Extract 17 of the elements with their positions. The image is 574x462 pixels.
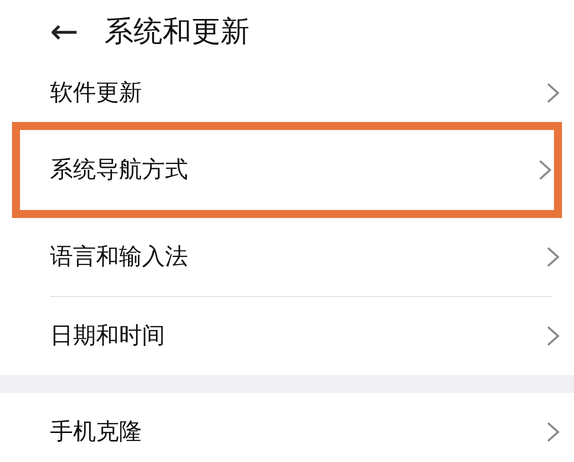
settings-item[interactable]: 软件更新 (0, 64, 574, 122)
chevron-right-icon (546, 82, 560, 104)
chevron-right-icon (546, 325, 560, 347)
settings-item[interactable]: 手机克隆 (0, 393, 574, 462)
page-title: 系统和更新 (104, 13, 250, 50)
chevron-right-icon (546, 421, 560, 443)
item-label: 手机克隆 (50, 418, 142, 447)
item-label: 日期和时间 (50, 322, 165, 351)
item-label: 系统导航方式 (50, 156, 188, 185)
item-label: 软件更新 (50, 78, 142, 108)
settings-item[interactable]: 日期和时间 (0, 297, 574, 375)
chevron-right-icon (546, 246, 560, 268)
highlighted-settings-item[interactable]: 系统导航方式 (12, 122, 562, 218)
chevron-right-icon (538, 159, 552, 181)
back-button[interactable]: ← (50, 15, 78, 49)
item-label: 语言和输入法 (50, 242, 188, 272)
settings-item[interactable]: 语言和输入法 (0, 218, 574, 296)
